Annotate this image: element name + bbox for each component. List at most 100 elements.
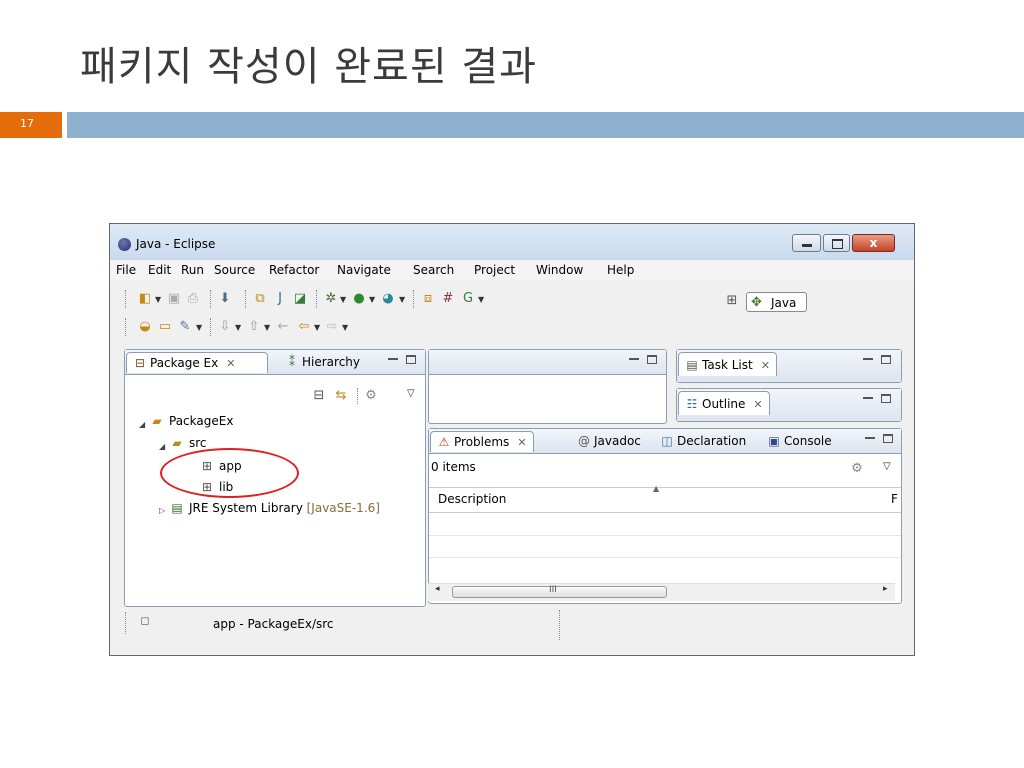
toolbar-separator <box>210 318 211 336</box>
back-icon[interactable]: ⇦ <box>296 319 312 335</box>
view-menu-icon[interactable]: ⚙ <box>363 388 379 404</box>
scroll-left-icon[interactable]: ◂ <box>435 584 440 594</box>
tab-javadoc[interactable]: @ Javadoc <box>577 431 641 452</box>
new-icon[interactable]: ◧ <box>137 291 153 307</box>
new-dropdown-icon[interactable]: ▼ <box>155 295 161 304</box>
view-menu-dropdown-icon[interactable]: ▽ <box>883 461 891 472</box>
pen-dropdown-icon[interactable]: ▼ <box>196 323 202 332</box>
new-junit-icon[interactable]: J <box>272 291 288 307</box>
external-tools-dropdown-icon[interactable]: ▼ <box>399 295 405 304</box>
hierarchy-icon: ⁑ <box>289 355 295 369</box>
maximize-view-icon[interactable] <box>406 355 416 364</box>
view-menu-dropdown-icon[interactable]: ▽ <box>407 388 415 399</box>
library-icon: ▤ <box>171 501 183 515</box>
minimize-button[interactable] <box>792 234 821 252</box>
menu-source[interactable]: Source <box>214 263 255 277</box>
menu-help[interactable]: Help <box>607 263 634 277</box>
scroll-right-icon[interactable]: ▸ <box>883 584 888 594</box>
column-header-description[interactable]: Description <box>438 492 506 506</box>
view-menu-icon[interactable]: ⚙ <box>849 461 865 477</box>
maximize-view-icon[interactable] <box>647 355 657 364</box>
toolbar-separator <box>357 388 358 404</box>
forward-dropdown-icon[interactable]: ▼ <box>342 323 348 332</box>
open-type-icon[interactable]: G <box>460 291 476 307</box>
close-icon[interactable]: ✕ <box>753 398 762 411</box>
previous-annotation-dropdown-icon[interactable]: ▼ <box>264 323 270 332</box>
close-icon[interactable]: ✕ <box>226 357 235 370</box>
tab-package-explorer[interactable]: ⊟ Package Ex ✕ <box>126 352 268 373</box>
minimize-view-icon[interactable] <box>629 358 639 360</box>
forward-icon[interactable]: ⇨ <box>324 319 340 335</box>
close-button[interactable]: x <box>852 234 895 252</box>
tab-problems[interactable]: ⚠ Problems ✕ <box>430 431 534 452</box>
menu-run[interactable]: Run <box>181 263 204 277</box>
status-bar: ◻ app - PackageEx/src <box>110 608 914 644</box>
collapse-all-icon[interactable]: ⊟ <box>311 388 327 404</box>
table-header: Description ▲ F <box>429 484 901 513</box>
menu-navigate[interactable]: Navigate <box>337 263 391 277</box>
minimize-view-icon[interactable] <box>865 437 875 439</box>
tab-console[interactable]: ▣ Console <box>767 431 831 452</box>
open-perspective-icon[interactable]: ⊞ <box>724 293 740 309</box>
menu-edit[interactable]: Edit <box>148 263 171 277</box>
tree-item-src[interactable]: ▰ src <box>169 436 206 450</box>
open-project-icon[interactable]: ◒ <box>137 319 153 335</box>
run-icon[interactable]: ● <box>351 291 367 307</box>
expand-icon[interactable]: ◢ <box>139 420 145 429</box>
maximize-button[interactable] <box>823 234 850 252</box>
next-annotation-dropdown-icon[interactable]: ▼ <box>235 323 241 332</box>
outline-view: ☷ Outline ✕ <box>676 388 902 422</box>
column-header-resource[interactable]: F <box>891 492 898 506</box>
java-perspective-button[interactable]: ✥ Java <box>746 292 807 312</box>
java-perspective-label: Java <box>771 296 797 310</box>
new-class-icon[interactable]: ◪ <box>292 291 308 307</box>
back-dropdown-icon[interactable]: ▼ <box>314 323 320 332</box>
tree-item-jre[interactable]: ▤ JRE System Library [JavaSE-1.6] <box>169 501 380 515</box>
last-edit-icon[interactable]: ⇜ <box>275 319 291 335</box>
pen-icon[interactable]: ✎ <box>177 319 193 335</box>
debug-dropdown-icon[interactable]: ▼ <box>340 295 346 304</box>
menu-refactor[interactable]: Refactor <box>269 263 319 277</box>
expand-icon[interactable]: ◢ <box>159 442 165 451</box>
debug-icon[interactable]: ✲ <box>323 291 339 307</box>
save-icon[interactable]: ▣ <box>166 291 182 307</box>
maximize-view-icon[interactable] <box>881 394 891 403</box>
collapse-icon[interactable]: ▷ <box>159 506 165 515</box>
menu-file[interactable]: File <box>116 263 136 277</box>
tree-item-project[interactable]: ▰ PackageEx <box>149 414 233 428</box>
close-icon[interactable]: ✕ <box>517 436 526 449</box>
tab-task-list[interactable]: ▤ Task List ✕ <box>678 352 777 376</box>
external-tools-icon[interactable]: ◕ <box>380 291 396 307</box>
link-with-editor-icon[interactable]: ⇆ <box>333 388 349 404</box>
open-folder-icon[interactable]: ▭ <box>157 319 173 335</box>
next-annotation-icon[interactable]: ⇩ <box>217 319 233 335</box>
print-icon[interactable]: ⎙ <box>185 291 201 307</box>
new-interface-icon[interactable]: # <box>440 291 456 307</box>
horizontal-scrollbar[interactable]: ◂ III ▸ <box>428 583 895 601</box>
slide-number: 17 <box>20 117 34 130</box>
tab-declaration[interactable]: ◫ Declaration <box>660 431 746 452</box>
minimize-view-icon[interactable] <box>863 397 873 399</box>
new-java-project-icon[interactable]: ⧈ <box>420 291 436 307</box>
minimize-view-icon[interactable] <box>388 358 398 360</box>
open-type-dropdown-icon[interactable]: ▼ <box>478 295 484 304</box>
tab-task-list-label: Task List <box>702 358 753 372</box>
minimize-view-icon[interactable] <box>863 358 873 360</box>
scrollbar-thumb[interactable]: III <box>452 585 667 598</box>
maximize-view-icon[interactable] <box>881 355 891 364</box>
close-icon: x <box>869 236 878 250</box>
build-icon[interactable]: ⬇ <box>217 291 233 307</box>
menu-project[interactable]: Project <box>474 263 515 277</box>
tab-hierarchy-label: Hierarchy <box>302 355 361 369</box>
table-row-divider <box>429 535 901 536</box>
close-icon[interactable]: ✕ <box>761 359 770 372</box>
tab-outline[interactable]: ☷ Outline ✕ <box>678 391 770 415</box>
previous-annotation-icon[interactable]: ⇧ <box>246 319 262 335</box>
menu-window[interactable]: Window <box>536 263 583 277</box>
menu-search[interactable]: Search <box>413 263 454 277</box>
new-package-icon[interactable]: ⧉ <box>252 291 268 307</box>
run-dropdown-icon[interactable]: ▼ <box>369 295 375 304</box>
maximize-view-icon[interactable] <box>883 434 893 443</box>
tab-hierarchy[interactable]: ⁑ Hierarchy <box>285 352 360 373</box>
highlight-ellipse <box>160 448 299 498</box>
